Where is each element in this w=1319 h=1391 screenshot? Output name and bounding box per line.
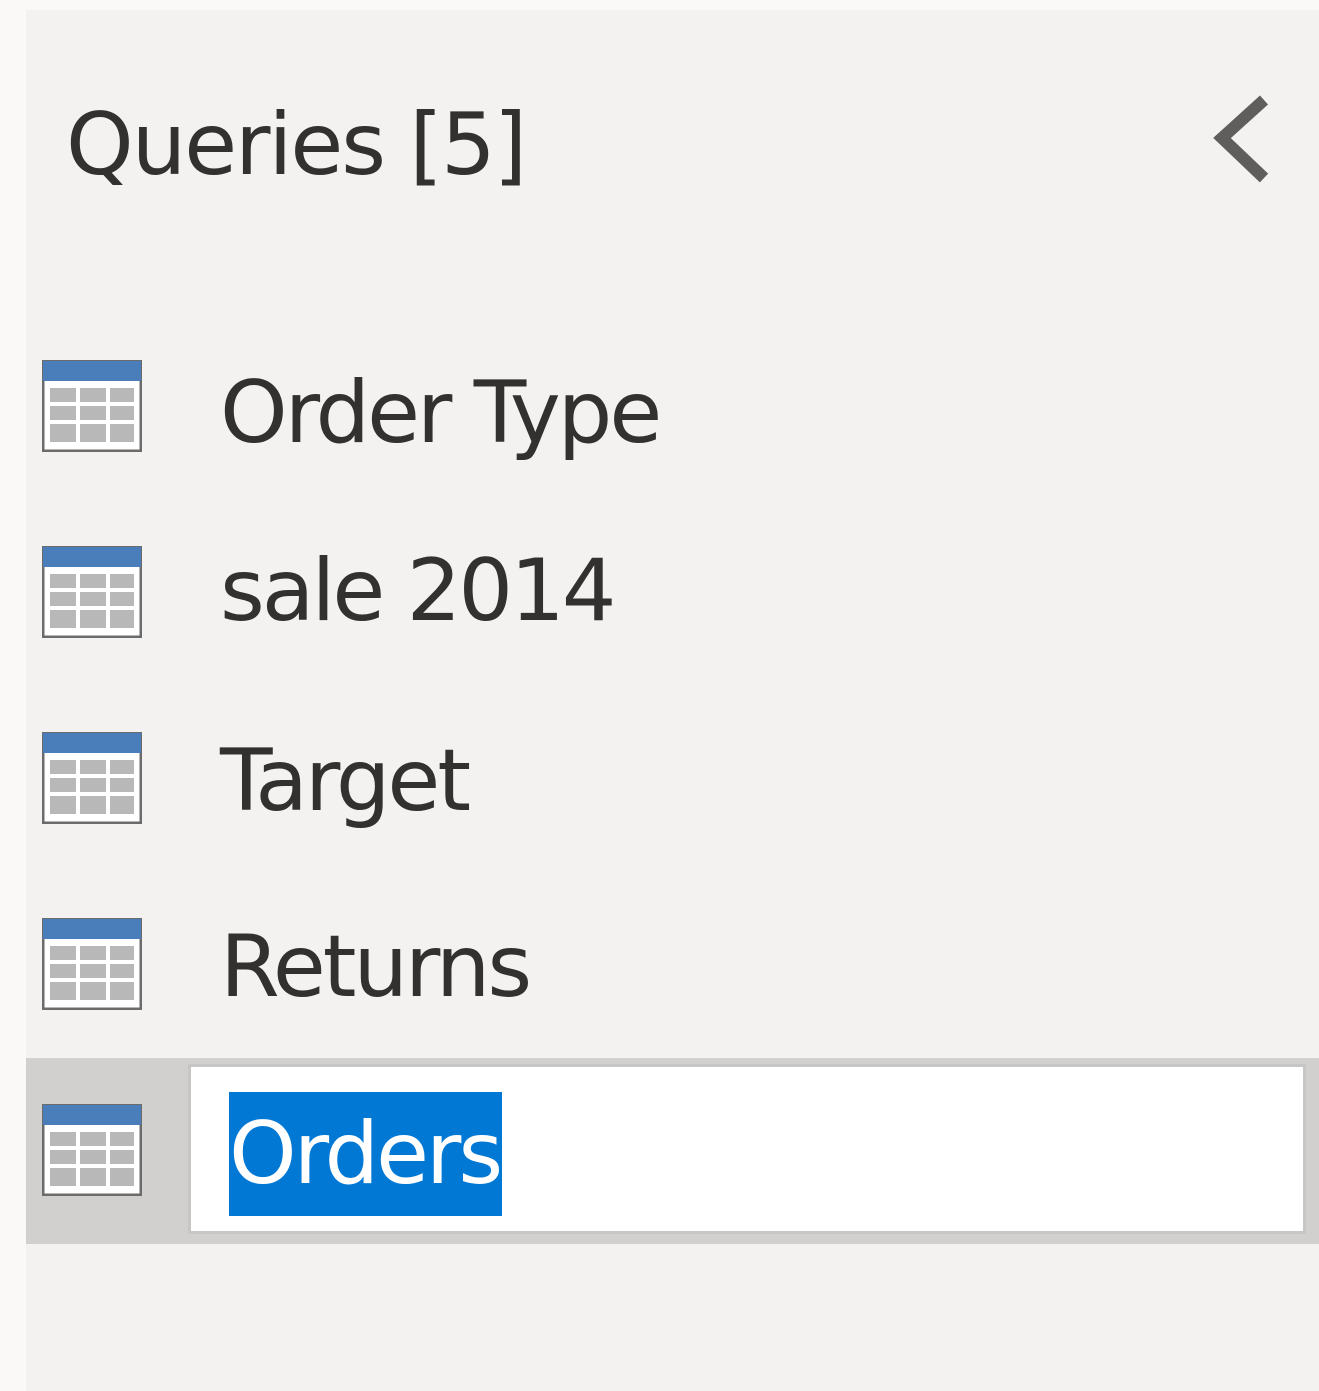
table-icon	[42, 1104, 142, 1196]
query-item-target[interactable]: Target	[26, 712, 1319, 892]
rename-input[interactable]: Orders	[188, 1064, 1306, 1234]
table-icon	[42, 546, 142, 638]
queries-pane-header: Queries [5]	[26, 10, 1319, 260]
queries-pane-title: Queries [5]	[66, 95, 527, 195]
query-item-order-type[interactable]: Order Type	[26, 340, 1319, 520]
query-item-label: Order Type	[220, 363, 662, 463]
table-icon	[42, 732, 142, 824]
table-icon	[42, 360, 142, 452]
queries-pane: Queries [5] Order Type sale 2014 Target …	[26, 10, 1319, 1391]
query-item-label: Target	[220, 731, 471, 831]
query-item-label: Returns	[220, 917, 532, 1017]
table-icon	[42, 918, 142, 1010]
selected-text: Orders	[229, 1092, 503, 1216]
chevron-left-icon	[1213, 95, 1269, 183]
query-item-sale-2014[interactable]: sale 2014	[26, 526, 1319, 706]
query-item-orders[interactable]: Orders	[26, 1058, 1319, 1244]
query-item-label: sale 2014	[220, 541, 617, 641]
collapse-pane-button[interactable]	[1204, 90, 1284, 190]
query-item-returns[interactable]: Returns	[26, 898, 1319, 1078]
